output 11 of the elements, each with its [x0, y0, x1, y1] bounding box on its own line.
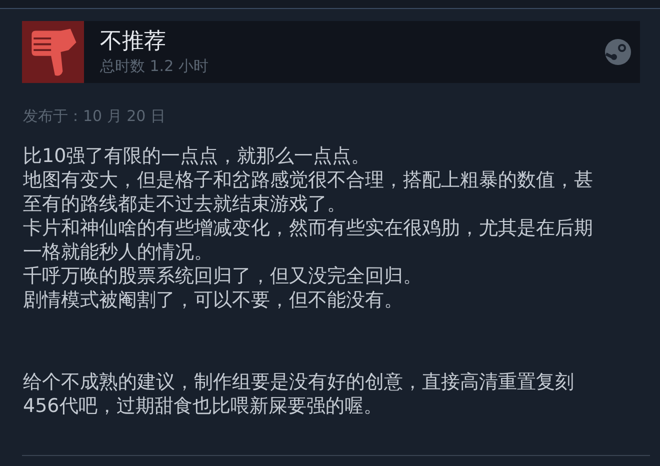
review-paragraph: 千呼万唤的股票系统回归了，但又没完全回归。: [23, 264, 423, 288]
review-paragraph: 给个不成熟的建议，制作组要是没有好的创意，直接高清重置复刻456代吧，过期甜食也比喂新屎要强的喔。: [23, 370, 575, 418]
review-paragraph: 比10强了有限的一点点，就那么一点点。: [23, 144, 372, 168]
review-paragraph: 地图有变大，但是格子和岔路感觉很不合理，搭配上粗暴的数值，甚至有的路线都走不过去就结束游戏了。: [23, 168, 594, 216]
review-paragraph: 剧情模式被阉割了，可以不要，但不能没有。: [23, 288, 404, 312]
thumb-down-icon: [22, 21, 84, 83]
logo-icon: [604, 38, 632, 66]
posted-date: 发布于：10 月 20 日: [23, 107, 166, 126]
verdict-title: 不推荐: [100, 28, 167, 56]
review-paragraph: 卡片和神仙啥的有些增减变化，然而有些实在很鸡肋，尤其是在后期一格就能秒人的情况。: [23, 216, 594, 264]
playtime-text: 总时数 1.2 小时: [100, 56, 210, 76]
